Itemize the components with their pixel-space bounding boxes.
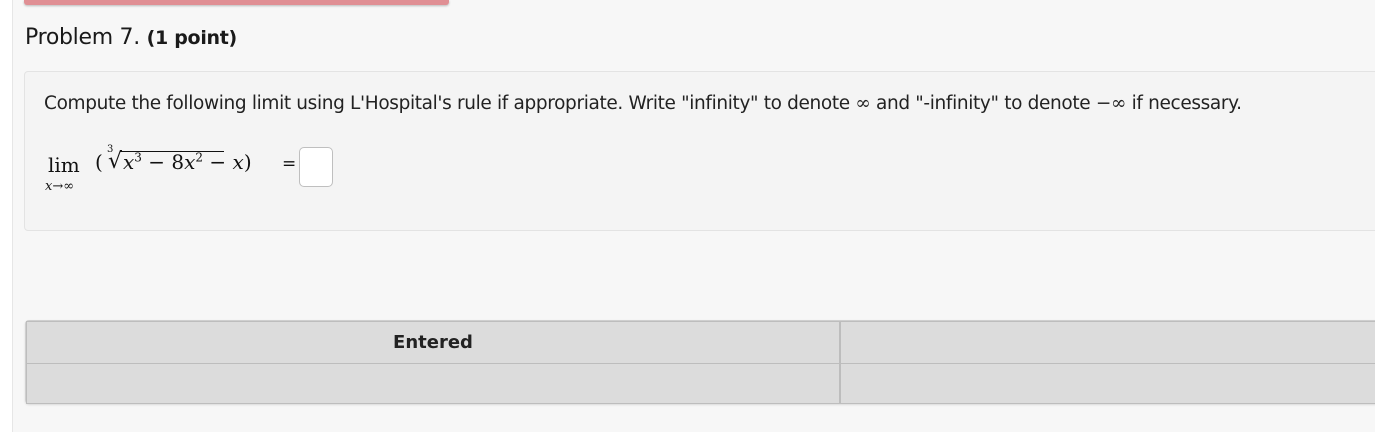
minus-eight: − 8 [141,150,185,174]
var-x: x [184,150,196,174]
problem-body: Compute the following limit using L'Hosp… [24,71,1375,231]
negative-infinity-symbol: −∞ [1095,93,1127,114]
var-x: x [123,150,135,174]
limit-expression: lim x→∞ ( 3 √ x3 − 8x2 − x) = [45,144,445,197]
problem-title: Problem 7. [25,25,140,50]
problem-instructions: Compute the following limit using L'Hosp… [44,93,1242,114]
var-x: x [232,150,244,174]
row-blank-cell [840,363,1375,404]
problem-header: Problem 7. (1 point) [25,25,237,50]
lim-subscript: x→∞ [45,179,75,194]
header-blank [840,321,1375,364]
radicand-and-tail: x3 − 8x2 − x) [123,150,252,174]
open-paren: ( [95,150,103,174]
answer-input[interactable] [299,147,333,187]
problem-points: (1 point) [146,27,238,49]
results-table: Entered [25,320,1375,404]
header-entered: Entered [26,321,840,364]
exponent-3: 3 [134,150,142,165]
radical-sign-icon: √ [108,149,123,174]
close-paren: ) [243,150,252,174]
exponent-2: 2 [195,150,204,165]
instructions-text-3: if necessary. [1131,93,1242,114]
minus-sign: − [203,150,233,174]
row-entered-cell [26,363,840,404]
lim-word: lim [48,153,80,177]
instructions-text-1: Compute the following limit using L'Hosp… [44,93,850,114]
infinity-symbol: ∞ [855,93,871,114]
equals-sign: = [282,154,297,174]
previous-section-bar [24,0,449,5]
instructions-text-2: and "-infinity" to denote [875,93,1091,114]
